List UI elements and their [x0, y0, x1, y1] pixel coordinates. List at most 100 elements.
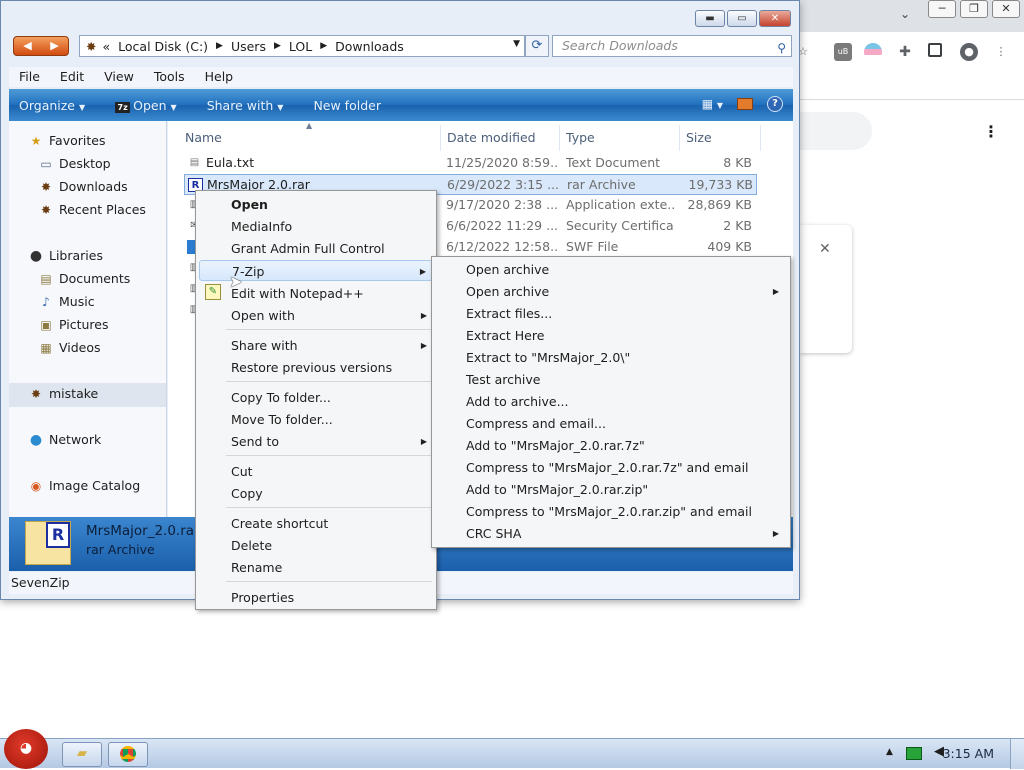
show-desktop-button[interactable]: [1010, 739, 1024, 769]
refresh-button[interactable]: ⟳: [525, 35, 549, 57]
nav-mistake[interactable]: ✸ mistake: [29, 386, 98, 401]
menu-item-open[interactable]: Open: [199, 194, 433, 215]
menu-item-delete[interactable]: Delete: [199, 535, 433, 556]
puzzle-icon[interactable]: ✚: [896, 43, 914, 61]
taskbar-explorer-button[interactable]: ▰: [62, 742, 102, 767]
nav-videos[interactable]: ▦ Videos: [39, 340, 100, 355]
search-icon[interactable]: ⚲: [777, 38, 786, 58]
address-bar[interactable]: ✸ « Local Disk (C:) ▶ Users ▶ LOL ▶ Down…: [79, 35, 525, 57]
kebab-menu-icon[interactable]: ⋮: [983, 122, 999, 141]
browser-close-button[interactable]: ✕: [992, 0, 1020, 18]
submenu-compress-zip-email[interactable]: Compress to "MrsMajor_2.0.rar.zip" and e…: [435, 501, 752, 523]
organize-button[interactable]: Organize ▼: [19, 98, 85, 113]
tray-expand-icon[interactable]: ▲: [886, 747, 893, 757]
menu-item-grant-admin[interactable]: Grant Admin Full Control: [199, 238, 433, 259]
close-icon[interactable]: ✕: [819, 241, 831, 257]
flag-extension-icon[interactable]: [864, 43, 882, 61]
column-type[interactable]: Type: [566, 125, 595, 151]
submenu-add-to-7z[interactable]: Add to "MrsMajor_2.0.rar.7z": [435, 435, 645, 457]
menu-item-copy[interactable]: Copy: [199, 483, 433, 504]
nav-network[interactable]: ● Network: [29, 432, 101, 447]
nav-documents[interactable]: ▤ Documents: [39, 271, 130, 286]
column-name[interactable]: Name: [185, 125, 222, 151]
maximize-button[interactable]: ▭: [727, 10, 757, 27]
browser-menu-icon[interactable]: ⋮: [992, 43, 1010, 61]
nav-recent-places[interactable]: ✸ Recent Places: [39, 202, 146, 217]
submenu-extract-files[interactable]: Extract files...: [435, 303, 552, 325]
chevron-down-icon[interactable]: ⌄: [900, 7, 910, 21]
open-button[interactable]: 7z Open ▼: [115, 98, 177, 113]
breadcrumb-separator[interactable]: ▶: [320, 41, 327, 51]
menu-file[interactable]: File: [9, 67, 50, 87]
browser-minimize-button[interactable]: ─: [928, 0, 956, 18]
menu-help[interactable]: Help: [195, 67, 244, 87]
share-with-button[interactable]: Share with ▼: [207, 98, 284, 113]
menu-item-copy-to-folder[interactable]: Copy To folder...: [199, 387, 433, 408]
submenu-test-archive[interactable]: Test archive: [435, 369, 540, 391]
breadcrumb-overflow[interactable]: «: [102, 39, 110, 54]
nav-image-catalog[interactable]: ◉ Image Catalog: [29, 478, 140, 493]
menu-item-send-to[interactable]: Send to ▶: [199, 431, 433, 452]
column-divider[interactable]: [440, 125, 441, 151]
submenu-add-to-zip[interactable]: Add to "MrsMajor_2.0.rar.zip": [435, 479, 648, 501]
nav-favorites[interactable]: ★ Favorites: [29, 133, 106, 148]
column-divider[interactable]: [559, 125, 560, 151]
breadcrumb-downloads[interactable]: Downloads: [335, 39, 404, 54]
breadcrumb-users[interactable]: Users: [231, 39, 266, 54]
help-icon[interactable]: ?: [767, 96, 783, 112]
taskbar-chrome-button[interactable]: [108, 742, 148, 767]
menu-tools[interactable]: Tools: [144, 67, 195, 87]
nav-desktop[interactable]: ▭ Desktop: [39, 156, 110, 171]
breadcrumb-separator[interactable]: ▶: [216, 41, 223, 51]
column-size[interactable]: Size: [686, 125, 712, 151]
nav-libraries[interactable]: ● Libraries: [29, 248, 103, 263]
breadcrumb-separator[interactable]: ▶: [274, 41, 281, 51]
menu-item-mediainfo[interactable]: MediaInfo: [199, 216, 433, 237]
menu-item-cut[interactable]: Cut: [199, 461, 433, 482]
column-divider[interactable]: [679, 125, 680, 151]
network-status-icon[interactable]: [906, 747, 922, 760]
submenu-open-archive[interactable]: Open archive: [435, 259, 549, 281]
clock[interactable]: 3:15 AM: [943, 746, 994, 761]
sidepanel-icon[interactable]: [928, 43, 942, 57]
submenu-crc-sha[interactable]: CRC SHA ▶: [435, 523, 787, 545]
new-folder-button[interactable]: New folder: [313, 98, 381, 113]
menu-item-move-to-folder[interactable]: Move To folder...: [199, 409, 433, 430]
nav-pictures[interactable]: ▣ Pictures: [39, 317, 108, 332]
menu-item-rename[interactable]: Rename: [199, 557, 433, 578]
browser-search-pill[interactable]: [800, 112, 872, 150]
table-row[interactable]: ▤ Eula.txt 11/25/2020 8:59... Text Docum…: [184, 153, 757, 174]
submenu-extract-to[interactable]: Extract to "MrsMajor_2.0\": [435, 347, 630, 369]
menu-view[interactable]: View: [94, 67, 144, 87]
close-button[interactable]: ✕: [759, 10, 791, 27]
menu-item-share-with[interactable]: Share with ▶: [199, 335, 433, 356]
column-date-modified[interactable]: Date modified: [447, 125, 536, 151]
forward-button[interactable]: ▶: [41, 37, 68, 55]
back-button[interactable]: ◀: [14, 37, 41, 55]
submenu-extract-here[interactable]: Extract Here: [435, 325, 544, 347]
menu-item-properties[interactable]: Properties: [199, 587, 433, 608]
profile-icon[interactable]: ●: [960, 43, 978, 61]
submenu-open-archive-more[interactable]: Open archive ▶: [435, 281, 787, 303]
search-input[interactable]: Search Downloads ⚲: [552, 35, 792, 57]
nav-downloads[interactable]: ✸ Downloads: [39, 179, 128, 194]
menu-item-open-with-label: Open with: [231, 308, 295, 323]
submenu-compress-email[interactable]: Compress and email...: [435, 413, 606, 435]
menu-item-restore-versions[interactable]: Restore previous versions: [199, 357, 433, 378]
submenu-compress-7z-email[interactable]: Compress to "MrsMajor_2.0.rar.7z" and em…: [435, 457, 749, 479]
breadcrumb-local-disk[interactable]: Local Disk (C:): [118, 39, 208, 54]
minimize-button[interactable]: ▬: [695, 10, 725, 27]
change-view-icon[interactable]: ▦ ▼: [702, 97, 723, 111]
menu-item-create-shortcut[interactable]: Create shortcut: [199, 513, 433, 534]
column-divider[interactable]: [760, 125, 761, 151]
ublock-icon[interactable]: uB: [834, 43, 852, 61]
start-button-icon[interactable]: ◕: [4, 729, 48, 769]
menu-item-open-with[interactable]: Open with ▶: [199, 305, 433, 326]
browser-restore-button[interactable]: ❐: [960, 0, 988, 18]
preview-pane-icon[interactable]: [737, 98, 753, 110]
submenu-add-to-archive[interactable]: Add to archive...: [435, 391, 569, 413]
menu-edit[interactable]: Edit: [50, 67, 94, 87]
address-dropdown-icon[interactable]: ▼: [513, 39, 520, 49]
breadcrumb-lol[interactable]: LOL: [289, 39, 312, 54]
nav-music[interactable]: ♪ Music: [39, 294, 94, 309]
